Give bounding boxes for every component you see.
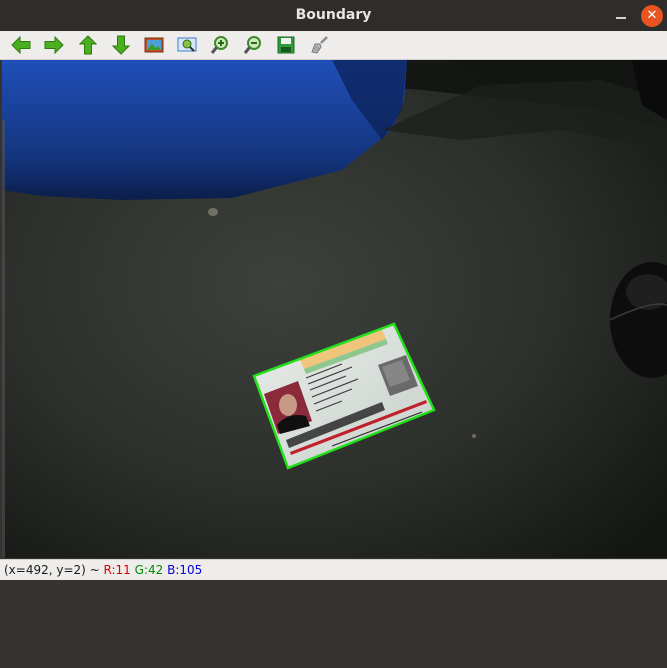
arrow-left-icon <box>11 36 31 54</box>
pan-right-button[interactable] <box>42 34 66 56</box>
window-title: Boundary <box>295 7 372 23</box>
brush-icon <box>311 36 328 54</box>
photo-canvas <box>2 60 667 558</box>
properties-button[interactable] <box>307 34 331 56</box>
title-bar: Boundary ✕ <box>0 0 667 31</box>
arrow-up-icon <box>79 35 97 55</box>
close-button[interactable]: ✕ <box>641 5 663 27</box>
arrow-right-icon <box>44 36 64 54</box>
pan-left-button[interactable] <box>9 34 33 56</box>
zoom-fit-button[interactable] <box>175 34 199 56</box>
image-viewport[interactable] <box>2 60 667 558</box>
empty-window-area <box>0 580 667 668</box>
save-button[interactable] <box>274 34 298 56</box>
red-value: R:11 <box>103 563 131 577</box>
save-icon <box>277 36 295 54</box>
pan-up-button[interactable] <box>76 34 100 56</box>
status-bar: (x=492, y=2) ~ R:11 G:42 B:105 <box>0 559 667 580</box>
minimize-button[interactable] <box>613 8 629 24</box>
arrow-down-icon <box>112 35 130 55</box>
cursor-coords: (x=492, y=2) ~ <box>4 563 104 577</box>
zoom-in-icon <box>210 36 228 54</box>
zoom-fit-icon <box>177 37 197 52</box>
image-icon <box>144 37 164 53</box>
zoom-in-button[interactable] <box>208 34 232 56</box>
zoom-out-button[interactable] <box>241 34 265 56</box>
blue-value: B:105 <box>167 563 203 577</box>
green-value: G:42 <box>134 563 164 577</box>
zoom-out-icon <box>243 36 261 54</box>
reset-image-button[interactable] <box>142 34 166 56</box>
toolbar <box>0 31 667 60</box>
pan-down-button[interactable] <box>109 34 133 56</box>
